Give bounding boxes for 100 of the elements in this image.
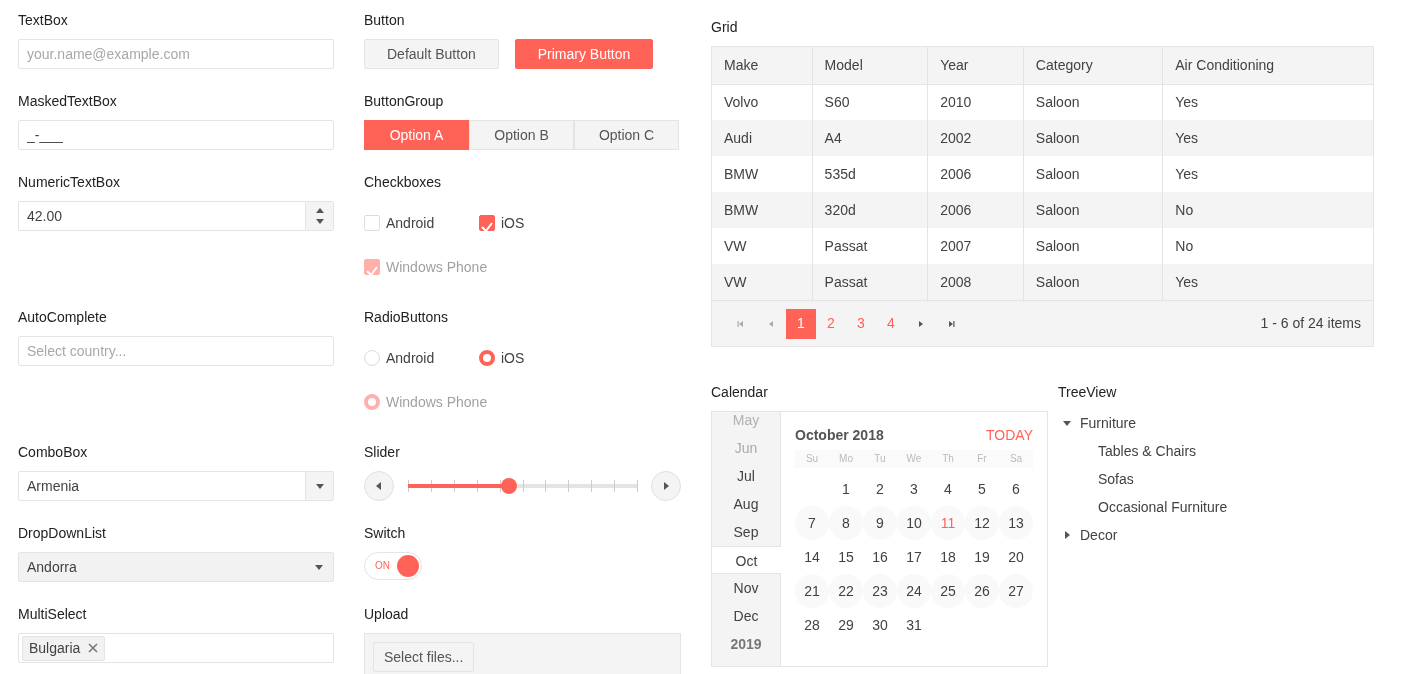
caret-left-icon: [374, 481, 384, 491]
day-cell[interactable]: 16: [863, 540, 897, 574]
day-cell[interactable]: 4: [931, 472, 965, 506]
month-item[interactable]: Nov: [712, 574, 780, 602]
masked-field[interactable]: _-___: [18, 120, 334, 150]
day-cell[interactable]: 23: [863, 574, 897, 608]
numeric-field[interactable]: 42.00: [18, 201, 334, 231]
collapse-icon[interactable]: [1062, 418, 1072, 428]
table-cell: 2002: [927, 120, 1024, 156]
day-cell[interactable]: 9: [863, 506, 897, 540]
multiselect-field[interactable]: Bulgaria: [18, 633, 334, 663]
field-label: MaskedTextBox: [18, 92, 117, 110]
tree-item[interactable]: Furniture: [1080, 412, 1137, 434]
weekday-label: Th: [941, 452, 955, 466]
table-cell: Passat: [812, 264, 928, 300]
day-cell[interactable]: 28: [795, 608, 829, 642]
field-label: Switch: [364, 524, 406, 542]
table-cell: No: [1162, 192, 1373, 228]
weekday-label: Sa: [1008, 452, 1024, 466]
day-cell[interactable]: 7: [795, 506, 829, 540]
decrease-button[interactable]: [364, 471, 394, 501]
day-cell[interactable]: 6: [999, 472, 1033, 506]
dropdown-list[interactable]: Andorra: [18, 552, 334, 582]
day-cell[interactable]: 20: [999, 540, 1033, 574]
day-cell[interactable]: 2: [863, 472, 897, 506]
field-label: TextBox: [18, 11, 68, 29]
weekday-label: Tu: [873, 452, 887, 466]
month-item[interactable]: Aug: [712, 490, 780, 518]
radio-button[interactable]: Android: [364, 348, 435, 368]
day-cell[interactable]: 10: [897, 506, 931, 540]
tree-item[interactable]: Tables & Chairs: [1058, 437, 1197, 465]
caret-right-icon: [661, 481, 671, 491]
text-field[interactable]: your.name@example.com: [18, 39, 334, 69]
tree-item[interactable]: Sofas: [1058, 465, 1134, 493]
table-cell: BMW: [712, 192, 813, 228]
day-cell[interactable]: 31: [897, 608, 931, 642]
day-cell[interactable]: 27: [999, 574, 1033, 608]
expand-icon[interactable]: [1062, 530, 1072, 540]
select-files-button[interactable]: Select files...: [373, 642, 475, 672]
day-cell[interactable]: 14: [795, 540, 829, 574]
day-cell[interactable]: 21: [795, 574, 829, 608]
month-item[interactable]: Sep: [712, 518, 780, 546]
day-cell[interactable]: 8: [829, 506, 863, 540]
day-cell[interactable]: 3: [897, 472, 931, 506]
section-title: Calendar: [711, 383, 769, 401]
day-cell[interactable]: 25: [931, 574, 965, 608]
table-cell: A4: [812, 120, 928, 156]
increase-button[interactable]: [651, 471, 681, 501]
day-cell[interactable]: 13: [999, 506, 1033, 540]
table-cell: 320d: [812, 192, 928, 228]
day-cell[interactable]: 26: [965, 574, 999, 608]
table-cell: 2008: [927, 264, 1024, 300]
option-button[interactable]: Option B: [469, 120, 574, 150]
year-item[interactable]: 2019: [712, 630, 780, 658]
option-button[interactable]: Option C: [574, 120, 679, 150]
checkbox[interactable]: Android: [364, 213, 435, 233]
default-button[interactable]: Default Button: [364, 39, 499, 69]
field-label: Checkboxes: [364, 173, 442, 191]
table-cell: 2006: [927, 192, 1024, 228]
tree-item[interactable]: Occasional Furniture: [1058, 493, 1228, 521]
spin-down-icon: [314, 216, 325, 226]
field-label: NumericTextBox: [18, 173, 120, 191]
day-cell[interactable]: 22: [829, 574, 863, 608]
table-cell: VW: [712, 264, 813, 300]
calendar-title: October 2018: [795, 425, 884, 445]
slider-thumb[interactable]: [500, 478, 517, 494]
column-header[interactable]: Air Conditioning: [1162, 47, 1373, 84]
day-cell[interactable]: 29: [829, 608, 863, 642]
pager-info: 1 - 6 of 24 items: [1260, 314, 1361, 333]
day-cell[interactable]: 17: [897, 540, 931, 574]
column-header[interactable]: Year: [927, 47, 1024, 84]
day-cell[interactable]: 18: [931, 540, 965, 574]
first-page-icon: [736, 318, 746, 329]
caret-icon: [314, 481, 325, 491]
combobox[interactable]: Armenia: [18, 471, 334, 501]
month-item[interactable]: Dec: [712, 602, 780, 630]
day-cell[interactable]: 5: [965, 472, 999, 506]
tag-text: Bulgaria: [29, 638, 81, 658]
checkbox[interactable]: iOS: [479, 213, 525, 233]
day-cell[interactable]: 12: [965, 506, 999, 540]
weekday-label: Mo: [838, 452, 854, 466]
column-header[interactable]: Category: [1023, 47, 1163, 84]
tag[interactable]: Bulgaria: [22, 635, 106, 661]
autocomplete-field[interactable]: Select country...: [18, 336, 334, 366]
remove-icon[interactable]: [88, 643, 99, 653]
tree-item[interactable]: Decor: [1080, 524, 1118, 546]
field-label: ComboBox: [18, 443, 88, 461]
day-cell[interactable]: 1: [829, 472, 863, 506]
table-cell: VW: [712, 228, 813, 264]
day-cell[interactable]: 15: [829, 540, 863, 574]
table-cell: Saloon: [1023, 264, 1163, 300]
month-item[interactable]: Jul: [712, 462, 780, 490]
radio-button[interactable]: iOS: [479, 348, 525, 368]
day-cell[interactable]: 24: [897, 574, 931, 608]
month-item[interactable]: Oct: [712, 546, 781, 574]
column-header[interactable]: Make: [712, 47, 813, 84]
field-label: ButtonGroup: [364, 92, 444, 110]
day-cell[interactable]: 30: [863, 608, 897, 642]
column-header[interactable]: Model: [812, 47, 928, 84]
day-cell[interactable]: 19: [965, 540, 999, 574]
